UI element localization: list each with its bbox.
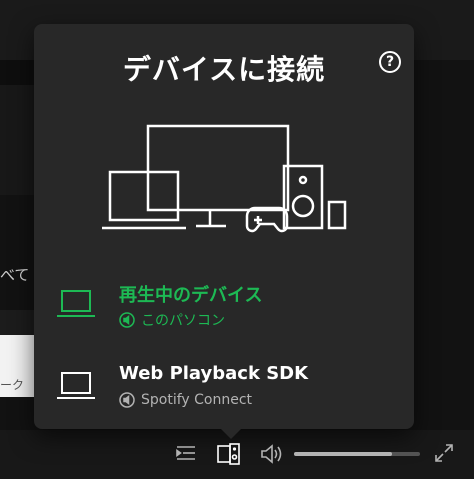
popover-caret <box>221 429 241 439</box>
device-item-current[interactable]: 再生中のデバイス このパソコン <box>34 276 414 346</box>
volume-slider-fill <box>294 452 393 456</box>
fullscreen-icon[interactable] <box>434 443 454 463</box>
popover-title: デバイスに接続 <box>122 53 326 86</box>
volume-slider[interactable] <box>294 452 420 456</box>
connect-device-popover: デバイスに接続 ? 再生中のデバイス このパソコン Web Playback S… <box>34 24 414 429</box>
speaker-icon <box>119 392 135 408</box>
device-subtitle-text: このパソコン <box>141 313 225 329</box>
background-text: べて <box>0 266 30 284</box>
queue-icon[interactable] <box>175 444 197 462</box>
laptop-icon <box>57 372 95 399</box>
device-subtitle-text: Spotify Connect <box>141 392 253 408</box>
device-name: 再生中のデバイス <box>119 285 263 306</box>
device-subtitle: このパソコン <box>119 310 225 330</box>
volume-icon[interactable] <box>260 444 284 464</box>
device-name: Web Playback SDK <box>119 363 309 384</box>
connect-device-icon[interactable] <box>217 442 241 466</box>
device-item-web-playback-sdk[interactable]: Web Playback SDK Spotify Connect <box>34 358 414 428</box>
devices-illustration <box>102 124 347 233</box>
laptop-icon <box>57 290 95 317</box>
help-button[interactable]: ? <box>379 51 401 73</box>
device-subtitle: Spotify Connect <box>119 392 252 408</box>
background-text: ーク <box>0 378 25 392</box>
speaker-icon <box>119 312 135 328</box>
